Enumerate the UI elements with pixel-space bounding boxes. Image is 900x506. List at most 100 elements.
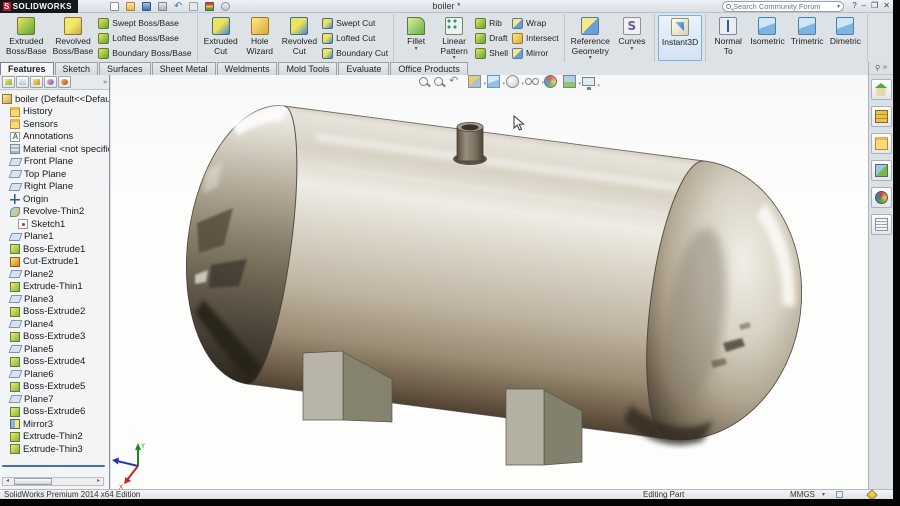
fillet-button[interactable]: Fillet ▾ [397, 15, 435, 61]
view-settings-icon[interactable]: ▾ [582, 77, 600, 90]
rib-button[interactable]: Rib [475, 16, 508, 30]
revolved-boss-button[interactable]: Revolved Boss/Base [50, 15, 97, 61]
tab-office-products[interactable]: Office Products [390, 62, 468, 75]
tab-surfaces[interactable]: Surfaces [99, 62, 151, 75]
boiler-3d-model[interactable] [111, 75, 868, 489]
tree-item[interactable]: Plane6 [0, 368, 109, 381]
wrap-button[interactable]: Wrap [512, 16, 559, 30]
tab-mold-tools[interactable]: Mold Tools [278, 62, 338, 75]
scroll-right-icon[interactable]: ▸ [94, 478, 103, 485]
minimize-button[interactable]: – [862, 1, 866, 11]
tree-item[interactable]: Boss-Extrude1 [0, 243, 109, 256]
status-icon[interactable] [836, 491, 843, 498]
file-explorer-button[interactable] [870, 133, 892, 154]
tree-item[interactable]: Boss-Extrude2 [0, 306, 109, 319]
normal-to-button[interactable]: Normal To [709, 15, 747, 61]
tab-evaluate[interactable]: Evaluate [338, 62, 390, 75]
intersect-button[interactable]: Intersect [512, 31, 559, 45]
help-button[interactable]: ? [852, 1, 856, 11]
zoom-area-icon[interactable] [434, 77, 443, 86]
tab-sheet-metal[interactable]: Sheet Metal [151, 62, 216, 75]
display-manager-tab-icon[interactable] [58, 76, 71, 88]
tab-sketch[interactable]: Sketch [54, 62, 99, 75]
tree-item[interactable]: Sketch1 [0, 218, 109, 231]
view-orientation-icon[interactable]: ▾ [487, 75, 505, 88]
dropdown-arrow-icon[interactable]: ▾ [502, 81, 505, 87]
section-view-icon[interactable]: ▾ [468, 75, 486, 88]
tree-item[interactable]: Cut-Extrude1 [0, 256, 109, 269]
tree-item[interactable]: History [0, 106, 109, 119]
tank-nozzle[interactable] [453, 122, 487, 165]
dropdown-arrow-icon[interactable]: ▾ [453, 55, 456, 61]
extruded-boss-button[interactable]: Extruded Boss/Base [3, 15, 50, 61]
tree-item[interactable]: Plane3 [0, 293, 109, 306]
rollback-bar[interactable] [2, 465, 105, 467]
tree-item[interactable]: Boss-Extrude6 [0, 406, 109, 419]
tree-item[interactable]: Plane4 [0, 318, 109, 331]
configuration-manager-tab-icon[interactable] [30, 76, 43, 88]
tab-features[interactable]: Features [0, 62, 54, 75]
appearances-button[interactable] [870, 187, 892, 208]
tree-item[interactable]: Plane1 [0, 231, 109, 244]
dropdown-arrow-icon[interactable]: ▾ [589, 55, 592, 61]
tree-item[interactable]: Plane7 [0, 393, 109, 406]
tree-item[interactable]: Material <not specified> [0, 143, 109, 156]
units-dropdown-icon[interactable]: ▾ [822, 491, 825, 498]
scroll-left-icon[interactable]: ◂ [3, 478, 12, 485]
restore-button[interactable]: ❐ [871, 1, 878, 11]
lofted-cut-button[interactable]: Lofted Cut [322, 31, 388, 45]
hide-show-icon[interactable]: ▾ [525, 75, 544, 88]
last-view-icon[interactable]: ↶ [449, 75, 462, 88]
feature-manager-tab-icon[interactable] [2, 76, 15, 88]
tree-item[interactable]: Boss-Extrude4 [0, 356, 109, 369]
tree-item[interactable]: Revolve-Thin2 [0, 206, 109, 219]
tree-item[interactable]: Annotations [0, 131, 109, 144]
tree-item[interactable]: Origin [0, 193, 109, 206]
search-box[interactable]: ▾ [722, 1, 844, 12]
tree-item[interactable]: Right Plane [0, 181, 109, 194]
extruded-cut-button[interactable]: Extruded Cut [201, 15, 241, 61]
graphics-viewport[interactable]: ↶▾▾▾▾▾▾ Y Z X aparat.c [111, 75, 868, 489]
display-style-icon[interactable]: ▾ [506, 75, 524, 88]
tree-item[interactable]: Extrude-Thin1 [0, 281, 109, 294]
boundary-cut-button[interactable]: Boundary Cut [322, 46, 388, 60]
tab-weldments[interactable]: Weldments [216, 62, 278, 75]
tree-item[interactable]: Sensors [0, 118, 109, 131]
shell-button[interactable]: Shell [475, 46, 508, 60]
revolved-cut-button[interactable]: Revolved Cut [279, 15, 320, 61]
curves-button[interactable]: Curves▾ [613, 15, 651, 61]
dropdown-arrow-icon[interactable]: ▾ [597, 83, 600, 89]
units-label[interactable]: MMGS [790, 490, 815, 499]
tree-item[interactable]: Plane2 [0, 268, 109, 281]
tree-item[interactable]: Boss-Extrude5 [0, 381, 109, 394]
swept-cut-button[interactable]: Swept Cut [322, 16, 388, 30]
collapse-icon[interactable]: » [883, 64, 887, 72]
edit-appearance-icon[interactable] [544, 75, 557, 88]
dimxpert-manager-tab-icon[interactable] [44, 76, 57, 88]
hole-wizard-button[interactable]: Hole Wizard [241, 15, 279, 61]
dropdown-arrow-icon[interactable]: ▾ [578, 81, 581, 87]
tree-item[interactable]: Extrude-Thin3 [0, 443, 109, 456]
dropdown-arrow-icon[interactable]: ▾ [630, 46, 633, 52]
lofted-boss-button[interactable]: Lofted Boss/Base [98, 31, 191, 45]
view-palette-button[interactable] [870, 160, 892, 181]
dimetric-button[interactable]: Dimetric [826, 15, 864, 61]
dropdown-arrow-icon[interactable]: ▾ [483, 81, 486, 87]
boundary-boss-button[interactable]: Boundary Boss/Base [98, 46, 192, 60]
property-manager-tab-icon[interactable] [16, 76, 29, 88]
tree-item[interactable]: Plane5 [0, 343, 109, 356]
dropdown-arrow-icon[interactable]: ▾ [415, 46, 418, 52]
design-library-button[interactable] [870, 106, 892, 127]
tree-item[interactable]: Top Plane [0, 168, 109, 181]
search-input[interactable] [733, 2, 835, 11]
solidworks-resources-button[interactable] [870, 79, 892, 100]
close-button[interactable]: ✕ [883, 1, 890, 11]
tree-horizontal-scrollbar[interactable]: ◂ ▸ [2, 477, 104, 486]
linear-pattern-button[interactable]: Linear Pattern ▾ [435, 15, 473, 61]
zoom-fit-icon[interactable] [419, 77, 428, 86]
swept-boss-button[interactable]: Swept Boss/Base [98, 16, 191, 30]
tree-item[interactable]: Mirror3 [0, 418, 109, 431]
tree-item[interactable]: Boss-Extrude3 [0, 331, 109, 344]
search-dropdown-icon[interactable]: ▾ [837, 3, 840, 10]
tree-item[interactable]: Extrude-Thin2 [0, 431, 109, 444]
